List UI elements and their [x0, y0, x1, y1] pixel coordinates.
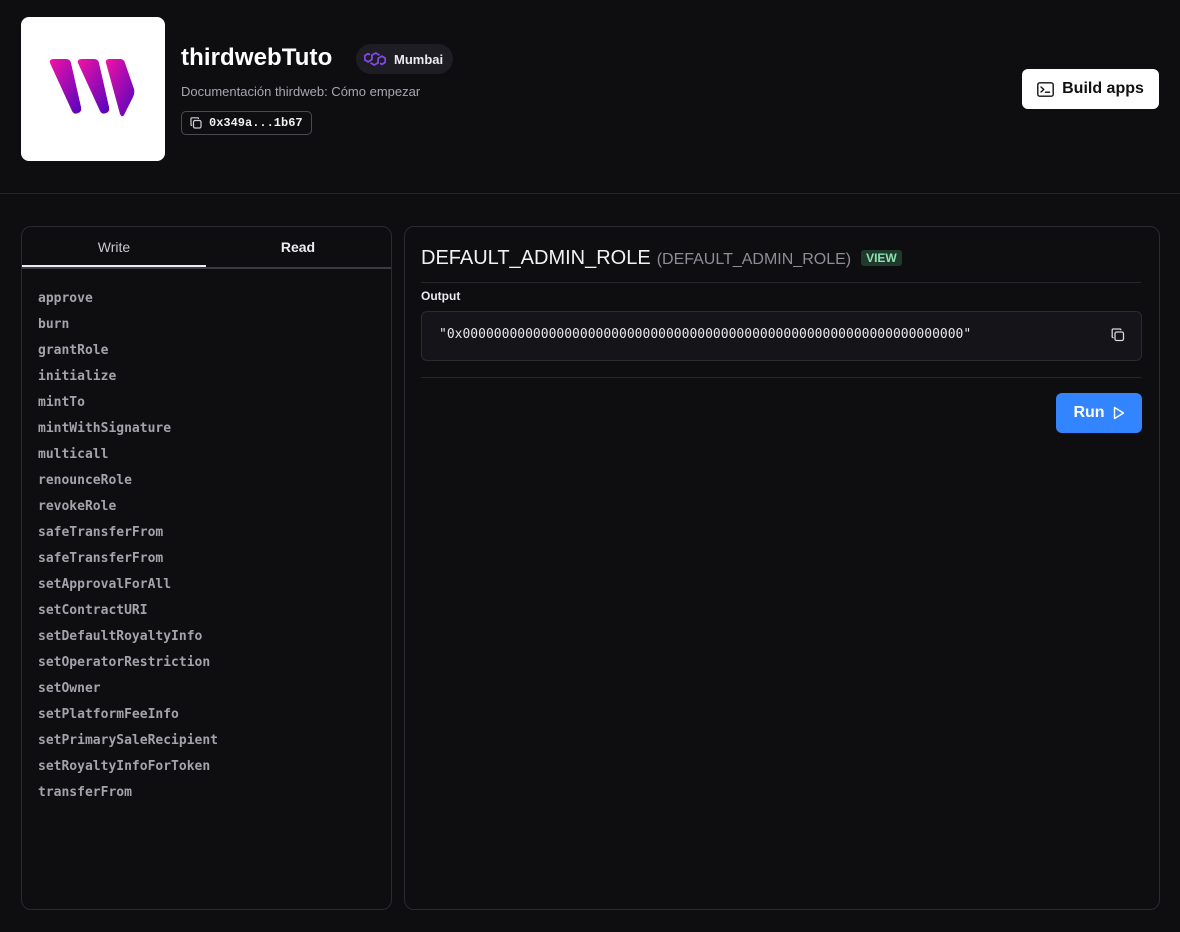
copy-address-button[interactable]: 0x349a...1b67 — [181, 111, 312, 135]
function-item-initialize[interactable]: initialize — [38, 367, 218, 393]
function-detail-panel: DEFAULT_ADMIN_ROLE (DEFAULT_ADMIN_ROLE) … — [404, 226, 1160, 910]
function-list: approve burn grantRole initialize mintTo… — [38, 289, 218, 809]
function-signature: (DEFAULT_ADMIN_ROLE) — [656, 251, 852, 268]
function-name: DEFAULT_ADMIN_ROLE — [421, 247, 651, 269]
divider — [421, 282, 1141, 283]
function-item-setdefaultroyaltyinfo[interactable]: setDefaultRoyaltyInfo — [38, 627, 218, 653]
function-item-setapprovalforall[interactable]: setApprovalForAll — [38, 575, 218, 601]
function-item-setroyaltyinfofortoken[interactable]: setRoyaltyInfoForToken — [38, 757, 218, 783]
function-item-approve[interactable]: approve — [38, 289, 218, 315]
function-item-setoperatorrestriction[interactable]: setOperatorRestriction — [38, 653, 218, 679]
run-button[interactable]: Run — [1056, 393, 1142, 433]
function-item-mintto[interactable]: mintTo — [38, 393, 218, 419]
tab-read[interactable]: Read — [206, 227, 390, 267]
copy-output-button[interactable] — [1111, 328, 1125, 347]
view-badge: VIEW — [861, 250, 902, 266]
function-item-mintwithsignature[interactable]: mintWithSignature — [38, 419, 218, 445]
contract-logo — [21, 17, 165, 161]
function-item-setowner[interactable]: setOwner — [38, 679, 218, 705]
function-item-burn[interactable]: burn — [38, 315, 218, 341]
function-tabs: Write Read — [22, 227, 391, 269]
function-item-safetransferfrom[interactable]: safeTransferFrom — [38, 523, 218, 549]
function-item-setplatformfeeinfo[interactable]: setPlatformFeeInfo — [38, 705, 218, 731]
function-item-setcontracturi[interactable]: setContractURI — [38, 601, 218, 627]
function-item-revokerole[interactable]: revokeRole — [38, 497, 218, 523]
output-value: "0x0000000000000000000000000000000000000… — [439, 327, 972, 342]
build-apps-button[interactable]: Build apps — [1022, 69, 1159, 109]
function-item-transferfrom[interactable]: transferFrom — [38, 783, 218, 809]
copy-icon — [190, 117, 202, 129]
chain-badge: Mumbai — [356, 44, 454, 74]
copy-icon — [1111, 328, 1125, 342]
function-item-renouncerole[interactable]: renounceRole — [38, 471, 218, 497]
contract-header: thirdwebTuto Mumbai Documentación thirdw… — [0, 0, 1180, 194]
terminal-icon — [1037, 81, 1055, 97]
build-apps-label: Build apps — [1062, 80, 1144, 97]
run-label: Run — [1073, 404, 1105, 421]
play-icon — [1113, 406, 1124, 420]
output-field: "0x0000000000000000000000000000000000000… — [421, 311, 1142, 361]
function-title: DEFAULT_ADMIN_ROLE (DEFAULT_ADMIN_ROLE) … — [421, 247, 902, 270]
function-item-multicall[interactable]: multicall — [38, 445, 218, 471]
chain-name: Mumbai — [394, 51, 444, 67]
thirdweb-logo-icon — [49, 59, 135, 117]
output-label: Output — [421, 289, 461, 303]
contract-description: Documentación thirdweb: Cómo empezar — [181, 84, 421, 99]
divider — [421, 377, 1141, 378]
contract-name: thirdwebTuto — [181, 44, 333, 71]
tab-write[interactable]: Write — [22, 227, 206, 267]
polygon-icon — [364, 52, 386, 66]
function-item-setprimarysalerecipient[interactable]: setPrimarySaleRecipient — [38, 731, 218, 757]
function-item-grantrole[interactable]: grantRole — [38, 341, 218, 367]
contract-address: 0x349a...1b67 — [209, 116, 303, 130]
functions-panel: Write Read approve burn grantRole initia… — [21, 226, 392, 910]
function-item-safetransferfrom-2[interactable]: safeTransferFrom — [38, 549, 218, 575]
active-tab-indicator — [22, 265, 206, 267]
